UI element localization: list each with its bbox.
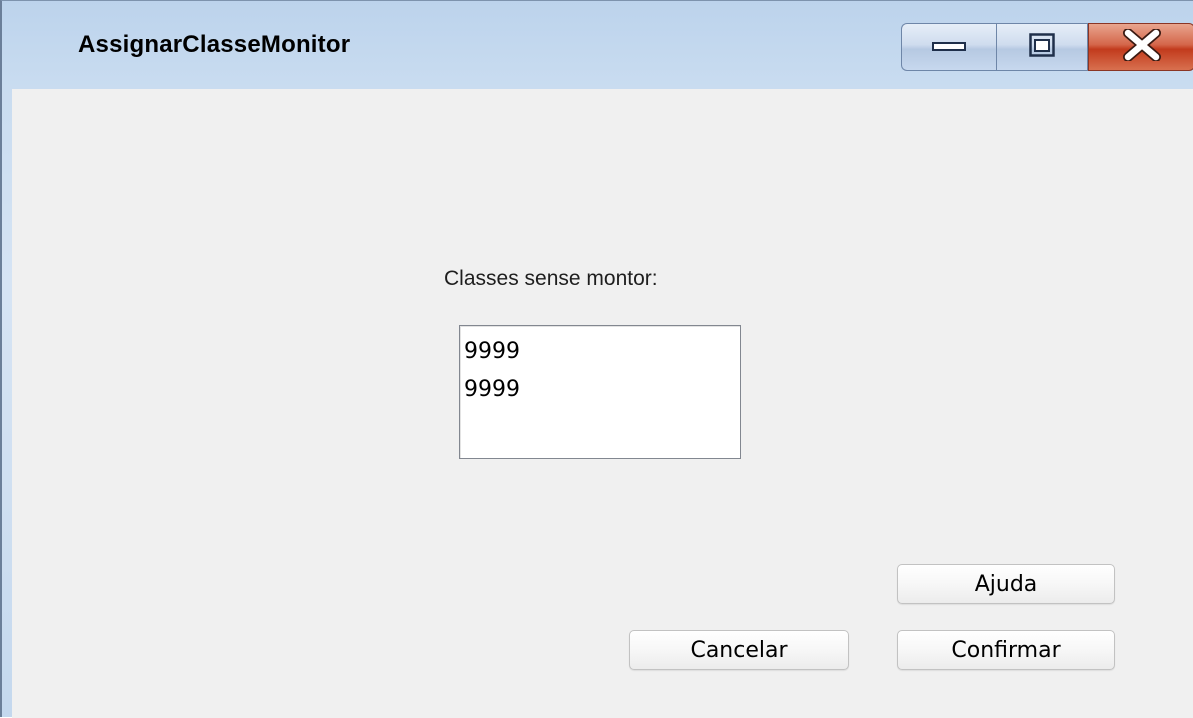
app-window: AssignarClasseMonitor Classes sense mont…	[0, 0, 1193, 718]
dialog-content: Classes sense montor: 9999 9999 Ajuda Ca…	[12, 89, 1193, 718]
help-button[interactable]: Ajuda	[897, 564, 1115, 604]
classes-listbox[interactable]: 9999 9999	[459, 325, 741, 459]
confirm-button[interactable]: Confirmar	[897, 630, 1115, 670]
close-icon	[1122, 27, 1162, 66]
title-bar[interactable]: AssignarClasseMonitor	[2, 1, 1193, 89]
window-title: AssignarClasseMonitor	[78, 31, 351, 58]
cancel-button[interactable]: Cancelar	[629, 630, 849, 670]
maximize-icon	[1029, 32, 1055, 62]
maximize-button[interactable]	[996, 23, 1088, 71]
list-item[interactable]: 9999	[464, 338, 520, 366]
minimize-icon	[932, 38, 966, 57]
list-item[interactable]: 9999	[464, 376, 520, 404]
classes-label: Classes sense montor:	[444, 267, 658, 290]
minimize-button[interactable]	[901, 23, 996, 71]
close-button[interactable]	[1088, 23, 1193, 71]
